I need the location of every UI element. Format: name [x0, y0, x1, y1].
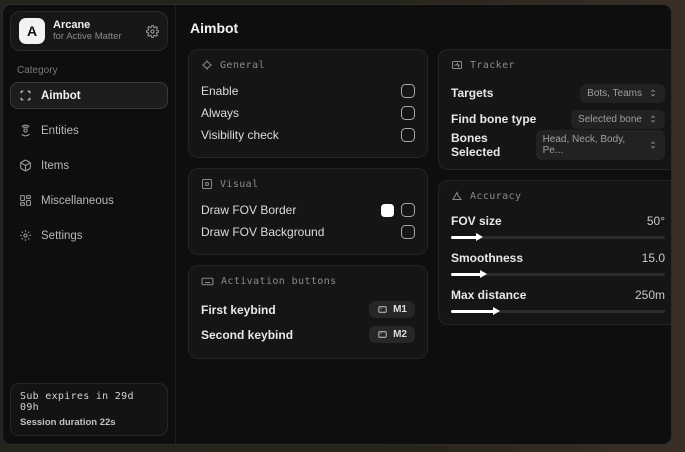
setting-label: Draw FOV Background [201, 225, 325, 239]
mouse-icon [377, 329, 388, 340]
setting-label: Bones Selected [451, 131, 501, 159]
setting-row-find-bone-type: Find bone type Selected bone [451, 106, 665, 132]
dropdown-value: Bots, Teams [587, 87, 642, 99]
expand-icon [648, 140, 658, 150]
general-crosshair-icon [201, 59, 213, 71]
draw-fov-background-checkbox[interactable] [401, 225, 415, 239]
enable-checkbox[interactable] [401, 84, 415, 98]
setting-label: Targets [451, 86, 494, 100]
setting-row-targets: Targets Bots, Teams [451, 80, 665, 106]
setting-label: FOV size [451, 214, 502, 228]
visibility-check-checkbox[interactable] [401, 128, 415, 142]
setting-label: Visibility check [201, 128, 279, 142]
slider-value: 50° [646, 214, 665, 228]
always-checkbox[interactable] [401, 106, 415, 120]
setting-label: Smoothness [451, 251, 524, 265]
mouse-icon [377, 304, 388, 315]
setting-row-draw-fov-background: Draw FOV Background [201, 221, 415, 243]
sidebar-item-aimbot[interactable]: Aimbot [10, 82, 168, 109]
card-title: General [220, 59, 265, 71]
category-label: Category [17, 65, 58, 76]
sidebar: A Arcane for Active Matter Category Aimb… [3, 5, 176, 444]
first-keybind-button[interactable]: M1 [369, 301, 415, 318]
sub-expires-text: Sub expires in 29d 09h [20, 391, 134, 413]
card-title: Activation buttons [221, 276, 337, 287]
sidebar-item-items[interactable]: Items [10, 152, 168, 179]
arcane-menu-window: A Arcane for Active Matter Category Aimb… [2, 4, 672, 445]
tracker-card: Tracker Targets Bots, Teams Find bone ty… [438, 49, 671, 170]
tracker-scope-icon [451, 59, 463, 71]
sidebar-item-label: Items [41, 159, 70, 172]
subscription-info-card: Sub expires in 29d 09h Session duration … [10, 383, 168, 436]
setting-row-second-keybind: Second keybind M2 [201, 322, 415, 347]
draw-fov-border-checkbox[interactable] [401, 203, 415, 217]
setting-label: Max distance [451, 288, 527, 302]
setting-row-max-distance: Max distance 250m [451, 285, 665, 315]
keyboard-icon [201, 275, 214, 288]
setting-row-smoothness: Smoothness 15.0 [451, 248, 665, 278]
fov-border-color-swatch[interactable] [381, 203, 394, 217]
brand-card: A Arcane for Active Matter [10, 11, 168, 51]
slider-value: 250m [634, 288, 665, 302]
layout-grid-icon [19, 194, 32, 207]
expand-icon [648, 114, 658, 124]
dropdown-value: Head, Neck, Body, Pe... [542, 134, 626, 156]
setting-label: Find bone type [451, 112, 537, 126]
slider-thumb[interactable] [492, 307, 500, 315]
sidebar-item-entities[interactable]: Entities [10, 117, 168, 144]
setting-row-enable: Enable [201, 80, 415, 102]
page-title: Aimbot [190, 20, 239, 36]
expand-icon [648, 88, 658, 98]
setting-row-visibility-check: Visibility check [201, 124, 415, 146]
card-title: Tracker [470, 59, 515, 71]
setting-label: Enable [201, 84, 239, 98]
keybind-value: M2 [393, 329, 407, 340]
accuracy-gauge-icon [451, 190, 463, 202]
bones-selected-dropdown[interactable]: Head, Neck, Body, Pe... [535, 130, 665, 160]
setting-row-first-keybind: First keybind M1 [201, 297, 415, 322]
setting-row-fov-size: FOV size 50° [451, 211, 665, 241]
crosshair-scan-icon [19, 89, 32, 102]
setting-label: Second keybind [201, 327, 294, 342]
brand-logo: A [19, 18, 45, 44]
gear-icon[interactable] [146, 24, 159, 38]
setting-label: Draw FOV Border [201, 203, 297, 217]
setting-label: First keybind [201, 302, 276, 317]
activation-buttons-card: Activation buttons First keybind M1 Seco… [188, 265, 428, 359]
max-distance-slider[interactable] [451, 307, 665, 315]
setting-label: Always [201, 106, 240, 120]
slider-value: 15.0 [641, 251, 665, 265]
brand-subtitle: for Active Matter [53, 30, 122, 42]
keybind-value: M1 [393, 304, 407, 315]
settings-gear-icon [19, 229, 32, 242]
entities-radar-icon [19, 124, 32, 137]
visual-frame-icon [201, 178, 213, 190]
sidebar-item-label: Miscellaneous [41, 194, 114, 207]
second-keybind-button[interactable]: M2 [369, 326, 415, 343]
sidebar-item-settings[interactable]: Settings [10, 222, 168, 249]
setting-row-draw-fov-border: Draw FOV Border [201, 199, 415, 221]
setting-row-bones-selected: Bones Selected Head, Neck, Body, Pe... [451, 130, 665, 160]
sidebar-item-label: Aimbot [41, 89, 81, 102]
brand-name: Arcane [53, 19, 91, 32]
general-card: General Enable Always Visibility check [188, 49, 428, 158]
card-title: Accuracy [470, 190, 522, 202]
setting-row-always: Always [201, 102, 415, 124]
visual-card: Visual Draw FOV Border Draw FOV Backgrou… [188, 168, 428, 255]
cube-icon [19, 159, 32, 172]
card-title: Visual [220, 178, 259, 190]
smoothness-slider[interactable] [451, 270, 665, 278]
fov-size-slider[interactable] [451, 233, 665, 241]
accuracy-card: Accuracy FOV size 50° Smoothness 15.0 Ma… [438, 180, 671, 325]
find-bone-type-dropdown[interactable]: Selected bone [571, 109, 665, 129]
session-duration-text: Session duration 22s [20, 417, 116, 428]
dropdown-value: Selected bone [578, 113, 642, 125]
slider-thumb[interactable] [480, 270, 488, 278]
main-content: Aimbot General Enable Always Visibility … [176, 5, 671, 444]
sidebar-item-label: Settings [41, 229, 83, 242]
sidebar-item-label: Entities [41, 124, 79, 137]
slider-thumb[interactable] [475, 233, 483, 241]
targets-dropdown[interactable]: Bots, Teams [580, 83, 665, 103]
sidebar-item-miscellaneous[interactable]: Miscellaneous [10, 187, 168, 214]
